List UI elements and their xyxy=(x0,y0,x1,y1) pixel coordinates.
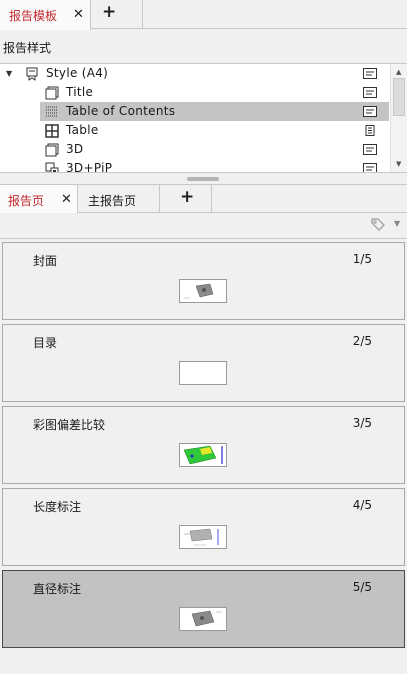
page-title: 目录 xyxy=(33,336,58,350)
tree-item-label: Table of Contents xyxy=(66,104,176,118)
page-thumbnail xyxy=(179,443,227,467)
report-style-icon xyxy=(26,67,38,81)
toc-icon xyxy=(46,106,58,117)
page-count: 4/5 xyxy=(352,498,372,512)
tree-item-label: 3D+PiP xyxy=(66,161,113,173)
scroll-down-icon[interactable]: ▼ xyxy=(396,160,401,168)
page-count: 3/5 xyxy=(352,416,372,430)
page-thumbnail xyxy=(179,279,227,303)
add-tab-button[interactable]: + xyxy=(91,0,143,29)
tab-report-template[interactable]: 报告模板 ✕ xyxy=(0,0,91,30)
tree-scrollbar[interactable]: ▲ ▼ xyxy=(390,64,407,172)
page-format-icon[interactable] xyxy=(363,106,377,117)
tree-item-label: Table xyxy=(66,123,99,137)
page-card-color-deviation[interactable]: 彩图偏差比较 3/5 xyxy=(2,406,405,484)
page-thumbnail xyxy=(179,607,227,631)
tab-label: 报告模板 xyxy=(9,9,58,23)
report-panel: 报告模板 ✕ + 报告样式 ▼ Style (A4) Title Table o… xyxy=(0,0,407,674)
chevron-down-icon[interactable]: ▼ xyxy=(394,219,400,228)
tab-report-pages[interactable]: 报告页 ✕ xyxy=(0,185,78,213)
page-card-contents[interactable]: 目录 2/5 xyxy=(2,324,405,402)
template-tab-strip: 报告模板 ✕ + xyxy=(0,0,407,30)
tree-item-title[interactable]: Title xyxy=(0,83,389,102)
page-count: 1/5 xyxy=(352,252,372,266)
page-card-diameter-annotation[interactable]: 直径标注 5/5 xyxy=(2,570,405,648)
close-icon[interactable]: ✕ xyxy=(61,192,72,207)
page-title: 封面 xyxy=(33,254,58,268)
page-title: 长度标注 xyxy=(33,500,82,514)
template-tree: ▼ Style (A4) Title Table of Contents Tab… xyxy=(0,63,407,173)
tree-item-3d-pip[interactable]: 3D+PiP xyxy=(0,159,389,173)
page-card-cover[interactable]: 封面 1/5 xyxy=(2,242,405,320)
page-format-icon[interactable] xyxy=(363,68,377,79)
tree-item-label: Style (A4) xyxy=(46,66,109,80)
page-icon xyxy=(45,143,59,157)
pip-icon xyxy=(45,162,59,172)
splitter-handle[interactable] xyxy=(187,177,219,181)
collapse-arrow-icon[interactable]: ▼ xyxy=(6,69,12,78)
tree-root-item[interactable]: ▼ Style (A4) xyxy=(0,64,389,83)
page-thumbnail xyxy=(179,525,227,549)
pages-toolbar xyxy=(0,213,407,239)
page-title: 直径标注 xyxy=(33,582,82,596)
page-portrait-icon[interactable] xyxy=(363,124,377,137)
page-format-icon[interactable] xyxy=(363,87,377,98)
table-icon xyxy=(45,124,59,138)
page-card-length-annotation[interactable]: 长度标注 4/5 xyxy=(2,488,405,566)
page-icon xyxy=(45,86,59,100)
tree-item-3d[interactable]: 3D xyxy=(0,140,389,159)
page-count: 2/5 xyxy=(352,334,372,348)
tree-item-table-of-contents[interactable]: Table of Contents xyxy=(40,102,389,121)
section-title: 报告样式 xyxy=(3,41,52,55)
page-title: 彩图偏差比较 xyxy=(33,418,106,432)
page-format-icon[interactable] xyxy=(363,144,377,155)
close-icon[interactable]: ✕ xyxy=(73,7,84,22)
tab-label: 主报告页 xyxy=(88,194,137,208)
add-tab-button[interactable]: + xyxy=(160,185,212,213)
page-thumbnail xyxy=(179,361,227,385)
plus-icon: + xyxy=(180,187,195,207)
pages-tab-strip: 报告页 ✕ 主报告页 + xyxy=(0,184,407,213)
page-format-icon[interactable] xyxy=(363,163,377,173)
tab-master-pages[interactable]: 主报告页 xyxy=(78,185,160,213)
page-count: 5/5 xyxy=(352,580,372,594)
plus-icon: + xyxy=(102,2,117,22)
tree-item-label: 3D xyxy=(66,142,84,156)
scroll-thumb[interactable] xyxy=(393,78,405,116)
tree-item-table[interactable]: Table xyxy=(0,121,389,140)
scroll-up-icon[interactable]: ▲ xyxy=(396,68,401,76)
tag-icon[interactable] xyxy=(370,216,386,232)
tab-label: 报告页 xyxy=(8,194,45,208)
tree-item-label: Title xyxy=(66,85,94,99)
